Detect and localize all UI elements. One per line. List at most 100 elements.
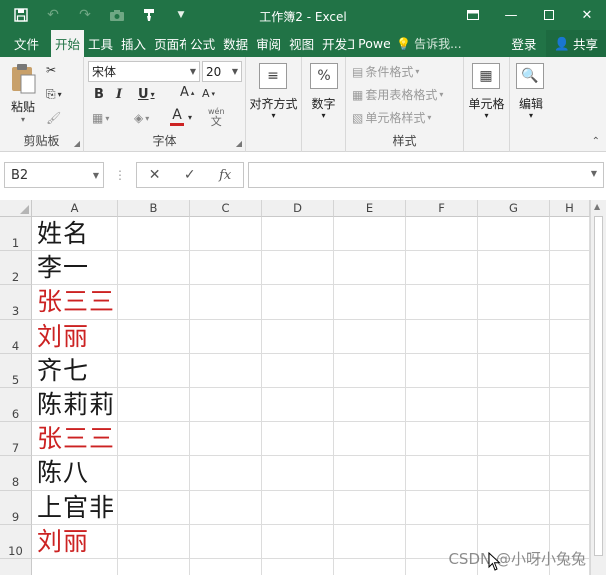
- editing-button[interactable]: 🔍: [516, 63, 544, 89]
- share-button[interactable]: 👤 共享: [546, 30, 606, 57]
- font-launcher-icon[interactable]: ◢: [236, 139, 242, 148]
- alignment-button[interactable]: ≡: [259, 63, 287, 89]
- row-header-2[interactable]: 2: [0, 251, 32, 286]
- tab-view[interactable]: 视图: [285, 30, 318, 57]
- column-header-e[interactable]: E: [334, 200, 406, 217]
- row-header-8[interactable]: 8: [0, 456, 32, 491]
- maximize-icon[interactable]: [530, 0, 568, 30]
- row-header-5[interactable]: 5: [0, 353, 32, 388]
- cell-a4[interactable]: 刘丽: [37, 320, 89, 354]
- cancel-icon[interactable]: ✕: [149, 167, 161, 183]
- select-all-corner[interactable]: [0, 200, 32, 217]
- cell-a10[interactable]: 刘丽: [37, 525, 89, 559]
- column-header-h[interactable]: H: [550, 200, 590, 217]
- font-size-dropdown[interactable]: 20 ▼: [202, 61, 242, 82]
- cell-a6[interactable]: 陈莉莉: [37, 388, 115, 422]
- cell-a5[interactable]: 齐七: [37, 354, 89, 388]
- tell-me-search[interactable]: 💡 告诉我...: [390, 30, 467, 57]
- column-header-a[interactable]: A: [32, 200, 118, 217]
- tab-formulas[interactable]: 公式: [186, 30, 219, 57]
- chevron-down-icon: ▼: [189, 67, 196, 76]
- insert-function-button[interactable]: fx: [219, 168, 231, 183]
- font-name-dropdown[interactable]: 宋体 ▼: [88, 61, 200, 82]
- clipboard-launcher-icon[interactable]: ◢: [74, 139, 80, 148]
- scroll-up-icon[interactable]: ▲: [594, 202, 600, 211]
- cell-a8[interactable]: 陈八: [37, 456, 89, 490]
- font-color-dropdown-icon[interactable]: ▾: [188, 113, 192, 122]
- format-brush-icon[interactable]: 🖌: [46, 111, 61, 125]
- underline-button[interactable]: U ▾: [138, 87, 155, 102]
- alignment-label: 对齐方式: [249, 97, 298, 111]
- cell-styles-button[interactable]: ▧ 单元格样式 ▾: [352, 109, 431, 126]
- collapse-ribbon-icon[interactable]: ⌃: [592, 136, 600, 147]
- fill-color-button[interactable]: ◈ ▾: [134, 111, 149, 125]
- increase-font-button[interactable]: A ▴: [180, 85, 194, 100]
- tab-review[interactable]: 审阅: [252, 30, 285, 57]
- undo-icon[interactable]: ↶: [40, 4, 66, 26]
- ribbon: 粘贴 ▾ ✂ ⎘ ▾ 🖌 剪贴板 ◢ 宋体 ▼ 20 ▼ B I U ▾ A ▴ A…: [0, 57, 606, 152]
- conditional-format-button[interactable]: ▤ 条件格式 ▾: [352, 63, 419, 80]
- customize-qat-icon[interactable]: ▼: [168, 4, 194, 26]
- paste-icon: [12, 64, 36, 94]
- tab-power[interactable]: Power Pivot: [354, 30, 390, 57]
- number-format-button[interactable]: %: [310, 63, 338, 89]
- scroll-thumb[interactable]: [594, 216, 603, 556]
- border-button[interactable]: ▦ ▾: [92, 111, 109, 125]
- column-header-b[interactable]: B: [118, 200, 190, 217]
- cut-icon[interactable]: ✂: [46, 63, 56, 77]
- cell-a1[interactable]: 姓名: [37, 217, 89, 251]
- formula-input[interactable]: ▼: [248, 162, 604, 188]
- row-header-9[interactable]: 9: [0, 490, 32, 525]
- tab-home[interactable]: 开始: [51, 30, 85, 57]
- sign-in-link[interactable]: 登录: [501, 30, 546, 57]
- tab-page-layout[interactable]: 页面布局: [150, 30, 186, 57]
- row-header-3[interactable]: 3: [0, 285, 32, 320]
- row-header-11[interactable]: 11: [0, 559, 32, 575]
- grid-line: [32, 421, 590, 423]
- tab-insert[interactable]: 插入: [117, 30, 150, 57]
- cell-a7[interactable]: 张三三: [37, 422, 115, 456]
- row-header-4[interactable]: 4: [0, 319, 32, 354]
- row-header-6[interactable]: 6: [0, 388, 32, 423]
- phonetic-char: 文: [210, 115, 222, 128]
- format-painter-icon[interactable]: [136, 4, 162, 26]
- row-header-10[interactable]: 10: [0, 524, 32, 559]
- name-box[interactable]: B2 ▼: [4, 162, 104, 188]
- italic-button[interactable]: I: [116, 87, 122, 102]
- cells-button[interactable]: ▦: [472, 63, 500, 89]
- copy-icon[interactable]: ⎘ ▾: [46, 87, 62, 102]
- person-icon: 👤: [554, 35, 570, 51]
- phonetic-button[interactable]: wén 文: [208, 107, 225, 127]
- vertical-scrollbar[interactable]: ▲: [590, 200, 606, 575]
- save-icon[interactable]: [8, 4, 34, 26]
- grid-line: [32, 523, 590, 525]
- editing-label: 编辑: [518, 97, 543, 111]
- paste-button[interactable]: 粘贴 ▾: [6, 63, 40, 124]
- row-header-1[interactable]: 1: [0, 217, 32, 252]
- bold-button[interactable]: B: [94, 87, 104, 102]
- tab-file[interactable]: 文件: [0, 30, 51, 57]
- format-as-table-button[interactable]: ▦ 套用表格格式 ▾: [352, 86, 443, 103]
- column-header-f[interactable]: F: [406, 200, 478, 217]
- tab-developer[interactable]: 开发工具: [318, 30, 354, 57]
- cell-a2[interactable]: 李一: [37, 251, 89, 285]
- ribbon-display-icon[interactable]: [454, 0, 492, 30]
- cell-a3[interactable]: 张三三: [37, 285, 115, 319]
- decrease-font-button[interactable]: A ▾: [202, 87, 215, 100]
- tab-tools[interactable]: 工具: [84, 30, 117, 57]
- minimize-icon[interactable]: —: [492, 0, 530, 30]
- close-icon[interactable]: ✕: [568, 0, 606, 30]
- font-color-button[interactable]: A: [170, 107, 184, 126]
- tell-me-text: 告诉我...: [414, 37, 462, 51]
- column-header-d[interactable]: D: [262, 200, 334, 217]
- column-header-c[interactable]: C: [190, 200, 262, 217]
- tab-data[interactable]: 数据: [219, 30, 252, 57]
- camera-icon[interactable]: [104, 4, 130, 26]
- cell-a9[interactable]: 上官非: [37, 491, 115, 525]
- column-header-g[interactable]: G: [478, 200, 550, 217]
- row-header-7[interactable]: 7: [0, 422, 32, 457]
- enter-icon[interactable]: ✓: [184, 167, 196, 183]
- expand-formula-icon[interactable]: ▼: [591, 169, 597, 178]
- redo-icon[interactable]: ↷: [72, 4, 98, 26]
- formula-splitter-icon[interactable]: ⋮: [114, 168, 126, 182]
